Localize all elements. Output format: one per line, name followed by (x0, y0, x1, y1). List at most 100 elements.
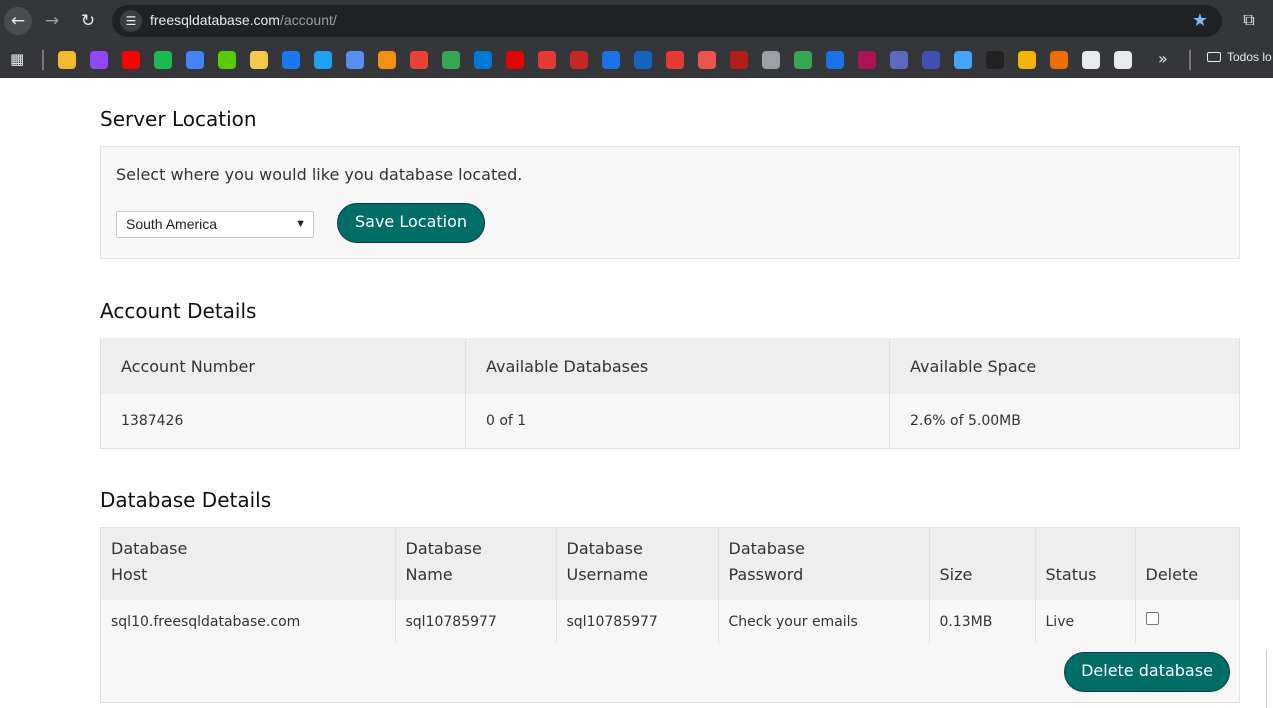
username-header: Database Username (555, 528, 718, 600)
region-select[interactable]: South America ▼ (116, 211, 314, 238)
available-databases-header: Available Databases (465, 338, 890, 394)
reload-icon[interactable]: ↻ (76, 9, 100, 33)
header-line: Name (405, 565, 453, 584)
bookmark-favicon-icon[interactable] (58, 51, 76, 69)
status-header: Status (1034, 528, 1135, 600)
back-icon[interactable]: ← (4, 7, 32, 35)
region-select-value: South America (126, 216, 218, 232)
chevron-down-icon: ▼ (295, 218, 306, 230)
header-line: Database (728, 539, 805, 558)
bookmark-favicon-icon[interactable] (442, 51, 460, 69)
size-header: Size (928, 528, 1035, 600)
bookmark-favicon-icon[interactable] (250, 51, 268, 69)
database-details-title: Database Details (100, 488, 272, 512)
account-details-table: Account Number Available Databases Avail… (100, 338, 1240, 449)
bookmark-favicon-icon[interactable] (538, 51, 556, 69)
bookmark-favicon-icon[interactable] (506, 51, 524, 69)
bookmark-favicon-icon[interactable] (1114, 51, 1132, 69)
header-line: Database (111, 539, 188, 558)
database-details-panel: Database Host Database Name Database Userna… (100, 527, 1240, 703)
bookmark-favicon-icon[interactable] (666, 51, 684, 69)
bookmark-favicon-icon[interactable] (1082, 51, 1100, 69)
url-path: /account/ (279, 12, 337, 28)
scrollbar[interactable] (1266, 650, 1272, 708)
delete-cell (1134, 600, 1239, 643)
table-header-row: Account Number Available Databases Avail… (100, 338, 1240, 394)
delete-checkbox[interactable] (1145, 612, 1159, 625)
bookmark-icons (58, 51, 1132, 69)
bookmark-favicon-icon[interactable] (826, 51, 844, 69)
save-location-button[interactable]: Save Location (337, 203, 485, 243)
bookmark-favicon-icon[interactable] (218, 51, 236, 69)
bookmark-favicon-icon[interactable] (314, 51, 332, 69)
header-line: Username (566, 565, 649, 584)
bookmark-favicon-icon[interactable] (954, 51, 972, 69)
folder-icon (1207, 52, 1221, 62)
available-space-value: 2.6% of 5.00MB (889, 394, 1240, 449)
bookmark-favicon-icon[interactable] (858, 51, 876, 69)
bookmark-favicon-icon[interactable] (1018, 51, 1036, 69)
bookmark-separator (1189, 50, 1191, 70)
bookmark-favicon-icon[interactable] (122, 51, 140, 69)
header-line: Database (405, 539, 482, 558)
apps-grid-icon[interactable]: ▦ (10, 50, 28, 68)
extensions-icon[interactable]: ⧉ (1238, 9, 1260, 31)
url-text[interactable]: freesqldatabase.com/account/ (150, 12, 337, 28)
table-row: sql10.freesqldatabase.com sql10785977 sq… (101, 600, 1239, 643)
password-header: Database Password (717, 528, 929, 600)
database-details-table: Database Host Database Name Database Userna… (101, 528, 1239, 643)
bookmark-favicon-icon[interactable] (698, 51, 716, 69)
account-details-title: Account Details (100, 299, 257, 323)
host-header: Database Host (101, 528, 395, 600)
bookmark-favicon-icon[interactable] (474, 51, 492, 69)
password-value: Check your emails (717, 600, 929, 643)
bookmark-favicon-icon[interactable] (762, 51, 780, 69)
host-value: sql10.freesqldatabase.com (101, 600, 395, 643)
bookmark-favicon-icon[interactable] (410, 51, 428, 69)
bookmark-favicon-icon[interactable] (154, 51, 172, 69)
status-value: Live (1034, 600, 1135, 643)
table-row: 1387426 0 of 1 2.6% of 5.00MB (100, 394, 1240, 449)
available-databases-value: 0 of 1 (465, 394, 890, 449)
bookmark-favicon-icon[interactable] (730, 51, 748, 69)
header-line: Delete (1145, 565, 1199, 584)
bookmark-favicon-icon[interactable] (634, 51, 652, 69)
bookmark-favicon-icon[interactable] (986, 51, 1004, 69)
bookmark-favicon-icon[interactable] (378, 51, 396, 69)
bookmark-folder-label: Todos lo (1227, 50, 1272, 64)
bookmark-separator (42, 50, 44, 70)
available-space-header: Available Space (889, 338, 1240, 394)
bookmark-folder[interactable]: Todos lo (1207, 50, 1272, 64)
header-line: Password (728, 565, 804, 584)
delete-header: Delete (1134, 528, 1239, 600)
server-location-panel: Select where you would like you database… (100, 146, 1240, 259)
bookmark-favicon-icon[interactable] (90, 51, 108, 69)
bookmark-favicon-icon[interactable] (1050, 51, 1068, 69)
more-bookmarks-icon[interactable]: » (1158, 49, 1168, 68)
header-line: Database (566, 539, 643, 558)
size-value: 0.13MB (928, 600, 1035, 643)
username-value: sql10785977 (555, 600, 718, 643)
bookmark-favicon-icon[interactable] (346, 51, 364, 69)
server-location-title: Server Location (100, 107, 257, 131)
bookmark-favicon-icon[interactable] (890, 51, 908, 69)
header-line: Size (939, 565, 973, 584)
bookmark-favicon-icon[interactable] (186, 51, 204, 69)
account-number-value: 1387426 (100, 394, 466, 449)
bookmark-favicon-icon[interactable] (282, 51, 300, 69)
bookmark-star-icon[interactable]: ★ (1192, 10, 1208, 31)
header-line: Host (111, 565, 148, 584)
location-prompt: Select where you would like you database… (116, 165, 523, 184)
name-value: sql10785977 (394, 600, 556, 643)
forward-icon[interactable]: → (40, 9, 64, 33)
site-info-icon[interactable]: ☰ (120, 10, 142, 32)
bookmark-favicon-icon[interactable] (922, 51, 940, 69)
address-bar[interactable]: ☰ freesqldatabase.com/account/ ★ (112, 5, 1222, 37)
table-header-row: Database Host Database Name Database Userna… (101, 528, 1239, 600)
delete-database-button[interactable]: Delete database (1064, 652, 1230, 692)
bookmark-favicon-icon[interactable] (570, 51, 588, 69)
bookmark-favicon-icon[interactable] (602, 51, 620, 69)
bookmarks-bar: ▦ » Todos lo (0, 42, 1273, 78)
bookmark-favicon-icon[interactable] (794, 51, 812, 69)
account-number-header: Account Number (100, 338, 466, 394)
